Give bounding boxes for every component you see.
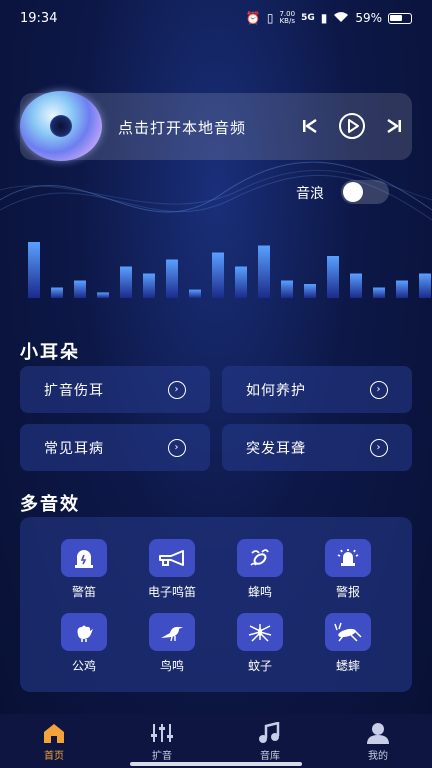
prev-icon — [303, 118, 317, 134]
arrow-right-icon: › — [168, 380, 186, 399]
status-icons: ⏰ ▯ 7.00 KB/s 5G ▮ 59% — [246, 11, 412, 26]
effect-label: 蜂鸣 — [247, 585, 272, 599]
effect-label: 电子鸣笛 — [147, 585, 196, 599]
wave-toggle-label: 音浪 — [296, 186, 324, 202]
equalizer-bar — [373, 287, 385, 298]
topic-card-sudden-deafness[interactable]: 突发耳聋 › — [222, 424, 412, 471]
topic-label: 常见耳病 — [44, 440, 104, 457]
effect-label: 蚊子 — [247, 659, 272, 673]
effect-rooster[interactable]: 公鸡 — [44, 613, 124, 674]
net-speed-unit: KB/s — [279, 17, 295, 25]
next-button[interactable] — [384, 115, 404, 141]
toggle-knob — [343, 182, 363, 202]
arrow-right-icon: › — [370, 438, 388, 457]
signal-icon: ▮ — [320, 11, 328, 25]
music-note-icon — [258, 722, 282, 744]
equalizer-bar — [97, 292, 109, 298]
equalizer-bar — [327, 256, 339, 298]
equalizer-bar — [419, 273, 431, 298]
effect-buzz[interactable]: 蜂鸣 — [220, 539, 300, 600]
topic-card-common-diseases[interactable]: 常见耳病 › — [20, 424, 210, 471]
user-icon — [366, 722, 390, 744]
equalizer-bar — [120, 266, 132, 298]
topic-card-loud-damage[interactable]: 扩音伤耳 › — [20, 366, 210, 413]
wifi-icon — [333, 11, 349, 26]
effect-siren[interactable]: 警笛 — [44, 539, 124, 600]
nav-label: 我的 — [368, 751, 388, 762]
nav-label: 首页 — [44, 751, 64, 762]
equalizer-bar — [212, 252, 224, 298]
home-indicator — [130, 762, 302, 766]
play-button[interactable] — [338, 112, 366, 144]
status-bar: 19:34 ⏰ ▯ 7.00 KB/s 5G ▮ 59% — [0, 0, 432, 36]
nav-amplify[interactable]: 扩音 — [108, 714, 216, 768]
prev-button[interactable] — [300, 115, 320, 141]
album-disc-icon — [20, 91, 102, 161]
play-icon — [339, 113, 365, 139]
arrow-right-icon: › — [370, 380, 388, 399]
topic-card-care[interactable]: 如何养护 › — [222, 366, 412, 413]
battery-icon — [388, 12, 412, 24]
topic-label: 如何养护 — [246, 382, 306, 399]
nav-label: 扩音 — [152, 751, 172, 762]
sliders-icon — [150, 722, 174, 744]
alarm-bell-icon — [325, 539, 371, 577]
topic-label: 突发耳聋 — [246, 440, 306, 457]
effect-birdsong[interactable]: 鸟鸣 — [132, 613, 212, 674]
status-time: 19:34 — [20, 10, 58, 26]
alarm-icon: ⏰ — [245, 11, 261, 25]
equalizer-bar — [143, 273, 155, 298]
vibrate-icon: ▯ — [266, 11, 274, 25]
equalizer-bar — [51, 287, 63, 298]
rooster-icon — [61, 613, 107, 651]
player-title[interactable]: 点击打开本地音频 — [118, 117, 246, 138]
siren-icon — [61, 539, 107, 577]
equalizer-bar — [281, 280, 293, 298]
nav-label: 音库 — [260, 751, 280, 762]
player-card[interactable]: 点击打开本地音频 — [20, 91, 412, 161]
equalizer-visualizer — [28, 242, 431, 298]
equalizer-bar — [350, 273, 362, 298]
section-title-ears: 小耳朵 — [20, 342, 80, 363]
net-speed: 7.00 KB/s — [279, 11, 295, 25]
equalizer-bar — [396, 280, 408, 298]
arrow-right-icon: › — [168, 438, 186, 457]
bird-icon — [149, 613, 195, 651]
wave-toggle[interactable] — [341, 180, 389, 204]
effect-cricket[interactable]: 蟋蟀 — [308, 613, 388, 674]
effect-label: 警笛 — [71, 585, 96, 599]
nav-profile[interactable]: 我的 — [324, 714, 432, 768]
equalizer-bar — [258, 245, 270, 298]
nav-library[interactable]: 音库 — [216, 714, 324, 768]
equalizer-bar — [235, 266, 247, 298]
effects-panel: 警笛 电子鸣笛 蜂鸣 警报 公鸡 鸟鸣 蚊子 蟋蟀 — [20, 517, 412, 692]
horn-icon — [149, 539, 195, 577]
equalizer-bar — [189, 289, 201, 298]
effect-label: 公鸡 — [71, 659, 96, 673]
equalizer-bar — [74, 280, 86, 298]
effect-label: 蟋蟀 — [335, 659, 360, 673]
next-icon — [387, 118, 401, 134]
effect-label: 鸟鸣 — [159, 659, 184, 673]
nav-home[interactable]: 首页 — [0, 714, 108, 768]
topic-label: 扩音伤耳 — [44, 382, 104, 399]
mosquito-icon — [237, 613, 283, 651]
disc-hole — [50, 115, 72, 137]
bottom-nav: 首页 扩音 音库 我的 — [0, 714, 432, 768]
battery-percent: 59% — [355, 11, 382, 25]
effect-label: 警报 — [335, 585, 360, 599]
equalizer-bar — [28, 242, 40, 298]
effect-electronic-horn[interactable]: 电子鸣笛 — [132, 539, 212, 600]
buzz-icon — [237, 539, 283, 577]
home-icon — [42, 722, 66, 744]
effect-mosquito[interactable]: 蚊子 — [220, 613, 300, 674]
equalizer-bar — [304, 284, 316, 298]
cricket-icon — [325, 613, 371, 651]
effect-alarm[interactable]: 警报 — [308, 539, 388, 600]
equalizer-bar — [166, 259, 178, 298]
section-title-effects: 多音效 — [20, 494, 80, 515]
network-type: 5G — [301, 13, 315, 23]
